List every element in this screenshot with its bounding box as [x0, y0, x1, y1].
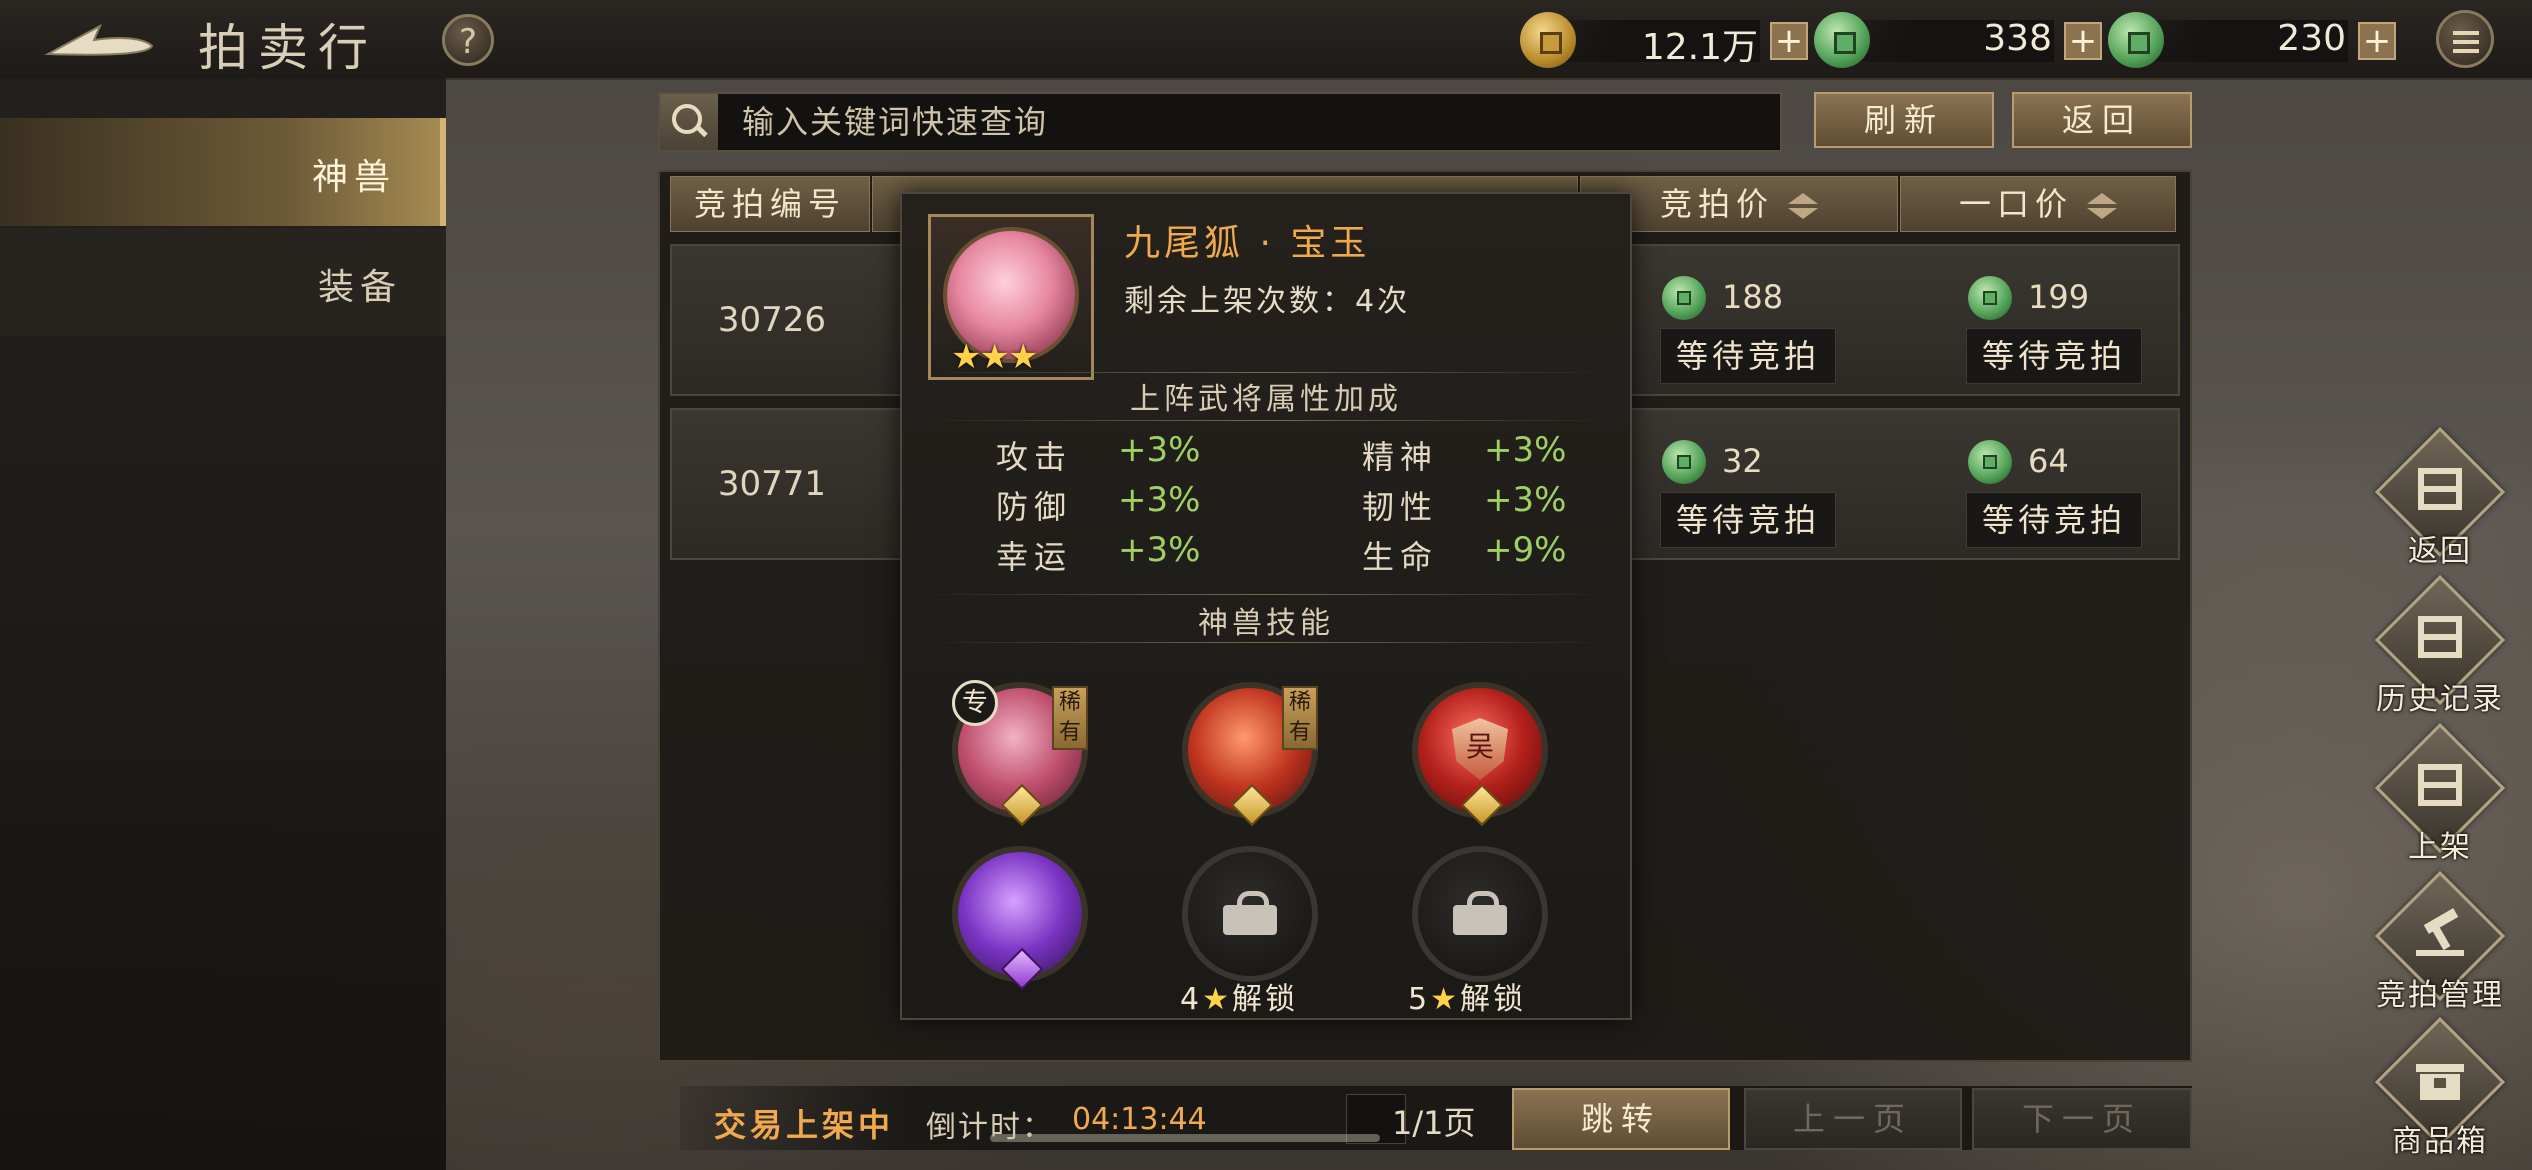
refresh-button[interactable]: 刷新	[1814, 92, 1994, 148]
rail-list-item-label: 上架	[2408, 830, 2472, 865]
trade-status: 交易上架中	[714, 1106, 895, 1144]
stat-value: +3%	[1118, 530, 1201, 570]
rail-history-label: 历史记录	[2376, 682, 2504, 717]
jade-coin-icon	[1968, 440, 2012, 484]
buyout-status-button[interactable]: 等待竞拍	[1966, 328, 2142, 384]
bound-jade-amount: 338	[1983, 18, 2052, 59]
beast-name: 九尾狐 · 宝玉	[1124, 223, 1371, 264]
top-bar: 拍卖行 ? 12.1万 + 338 + 230 +	[0, 0, 2532, 80]
unlock-label: 解锁	[1232, 982, 1298, 1017]
stat-label: 幸运	[996, 538, 1073, 576]
header-buyout-price[interactable]: 一口价	[1900, 176, 2176, 232]
stat-label: 韧性	[1362, 488, 1439, 526]
search-input[interactable]	[740, 100, 1744, 144]
auction-id: 30771	[717, 464, 827, 504]
jade-coin-icon	[1968, 276, 2012, 320]
exclusive-badge: 专	[952, 680, 998, 726]
stat-label: 生命	[1362, 538, 1439, 576]
tab-beast-label: 神兽	[311, 157, 396, 198]
add-gold-button[interactable]: +	[1770, 22, 1808, 60]
bid-status-button[interactable]: 等待竞拍	[1660, 492, 1836, 548]
horizontal-scrollbar[interactable]	[990, 1134, 1380, 1142]
jade-coin-icon	[1662, 440, 1706, 484]
page-title: 拍卖行	[198, 19, 378, 77]
lock-icon	[1223, 891, 1277, 935]
bid-status-button[interactable]: 等待竞拍	[1660, 328, 1836, 384]
search-bar	[658, 92, 1782, 152]
jade-coin-icon	[2108, 12, 2164, 68]
add-jade-button[interactable]: +	[2358, 22, 2396, 60]
unlock-star-count: 5	[1408, 982, 1431, 1017]
countdown-timer: 04:13:44	[1072, 1102, 1207, 1137]
gold-amount: 12.1万	[1641, 27, 1758, 68]
add-bound-jade-button[interactable]: +	[2064, 22, 2102, 60]
category-sidebar: 神兽 装备	[0, 78, 446, 1170]
next-page-button[interactable]: 下一页	[1972, 1088, 2192, 1150]
rail-return-button[interactable]: 返回	[2360, 426, 2520, 569]
rail-list-item-button[interactable]: 上架	[2360, 722, 2520, 865]
stat-value: +3%	[1484, 480, 1567, 520]
unlock-label: 解锁	[1460, 982, 1526, 1017]
remaining-listings: 剩余上架次数：4次	[1124, 284, 1411, 319]
page-indicator: 1/1页	[1392, 1104, 1476, 1142]
stat-value: +9%	[1484, 530, 1567, 570]
return-button[interactable]: 返回	[2012, 92, 2192, 148]
auction-id: 30726	[717, 300, 827, 340]
skills-section-title: 神兽技能	[1198, 606, 1334, 641]
rail-return-label: 返回	[2408, 534, 2472, 569]
jump-button[interactable]: 跳转	[1512, 1088, 1730, 1150]
tab-equipment[interactable]: 装备	[0, 228, 446, 336]
star-icon: ★	[1430, 982, 1460, 1017]
rare-badge: 稀有	[1052, 686, 1088, 750]
unlock-star-count: 4	[1180, 982, 1203, 1017]
rail-auction-manage-button[interactable]: 竞拍管理	[2360, 870, 2520, 1013]
beast-portrait: ★★★	[928, 214, 1094, 380]
jade-currency: 230 +	[2108, 12, 2396, 68]
sort-icon[interactable]	[2087, 191, 2117, 221]
rare-badge: 稀有	[1282, 686, 1318, 750]
jade-coin-icon	[1662, 276, 1706, 320]
buyout-price-value: 199	[2028, 278, 2090, 316]
gold-coin-icon	[1520, 12, 1576, 68]
divider	[920, 642, 1612, 643]
star-rating-icon: ★★★	[951, 337, 1038, 377]
header-bid-price-label: 竞拍价	[1659, 185, 1774, 223]
divider	[920, 594, 1612, 595]
header-auction-id[interactable]: 竞拍编号	[670, 176, 870, 232]
divider	[920, 420, 1612, 421]
menu-icon[interactable]	[2436, 10, 2494, 68]
header-buyout-price-label: 一口价	[1958, 185, 2073, 223]
stat-value: +3%	[1484, 430, 1567, 470]
stat-label: 防御	[996, 488, 1073, 526]
unlock-requirement: 5★解锁	[1408, 974, 1526, 1018]
tab-beast[interactable]: 神兽	[0, 118, 446, 226]
buyout-price-value: 64	[2028, 442, 2069, 480]
search-icon[interactable]	[660, 94, 718, 150]
bonus-section-title: 上阵武将属性加成	[1130, 382, 1402, 417]
back-arrow-icon[interactable]	[40, 14, 160, 64]
rail-history-button[interactable]: 历史记录	[2360, 574, 2520, 717]
unlock-requirement: 4★解锁	[1180, 974, 1298, 1018]
star-icon: ★	[1202, 982, 1232, 1017]
bound-jade-currency: 338 +	[1814, 12, 2102, 68]
gold-currency: 12.1万 +	[1520, 12, 1808, 68]
jade-amount: 230	[2277, 18, 2346, 59]
bid-price-value: 188	[1722, 278, 1784, 316]
buyout-status-button[interactable]: 等待竞拍	[1966, 492, 2142, 548]
prev-page-button[interactable]: 上一页	[1744, 1088, 1962, 1150]
stat-label: 攻击	[996, 438, 1073, 476]
divider	[920, 372, 1612, 373]
bound-jade-coin-icon	[1814, 12, 1870, 68]
sort-icon[interactable]	[1788, 191, 1818, 221]
bid-price-value: 32	[1722, 442, 1763, 480]
tab-equipment-label: 装备	[317, 267, 402, 308]
stat-value: +3%	[1118, 480, 1201, 520]
rail-auction-manage-label: 竞拍管理	[2376, 978, 2504, 1013]
stat-label: 精神	[1362, 438, 1439, 476]
rail-goods-box-label: 商品箱	[2392, 1124, 2488, 1159]
stat-value: +3%	[1118, 430, 1201, 470]
rail-goods-box-button[interactable]: 商品箱	[2360, 1016, 2520, 1164]
lock-icon	[1453, 891, 1507, 935]
help-button[interactable]: ?	[442, 14, 494, 66]
